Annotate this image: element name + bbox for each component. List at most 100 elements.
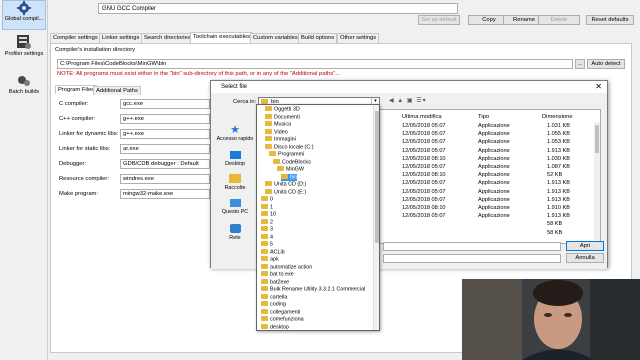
- set-as-default-button[interactable]: Set as default: [418, 15, 460, 25]
- new-folder-icon[interactable]: ▣: [407, 98, 414, 104]
- dropdown-item[interactable]: Documenti: [265, 113, 300, 122]
- tab-program-files[interactable]: Program Files: [55, 85, 98, 94]
- profiler-icon: [17, 35, 31, 49]
- dropdown-item[interactable]: bin: [281, 173, 298, 182]
- dropdown-item[interactable]: 2: [261, 218, 273, 227]
- debugger-label: Debugger:: [59, 161, 87, 167]
- file-modified-cell: 12/05/2018 05:07: [402, 180, 446, 187]
- dialog-toolbar: ◀ ▲ ▣ ☰▾: [389, 97, 427, 104]
- dropdown-item[interactable]: comefunziona: [261, 316, 304, 324]
- place-this-pc[interactable]: Questo PC: [213, 199, 257, 215]
- file-size-cell: 1.910 KB: [547, 205, 571, 211]
- category-profiler-settings[interactable]: Profiler settings: [2, 34, 46, 66]
- category-global-compiler[interactable]: Global compil...: [2, 0, 46, 30]
- dropdown-item[interactable]: 10: [261, 211, 276, 219]
- dropdown-item[interactable]: Programmi: [269, 151, 304, 159]
- place-desktop[interactable]: Desktop: [213, 151, 257, 167]
- category-label: Profiler settings: [4, 51, 44, 57]
- tab-build-options[interactable]: Build options: [298, 33, 338, 43]
- file-modified-cell: 12/05/2018 05:07: [402, 196, 446, 203]
- scrollbar-thumb[interactable]: [595, 125, 599, 153]
- folder-icon: [261, 226, 268, 231]
- tab-linker-settings[interactable]: Linker settings: [99, 33, 143, 43]
- tab-toolchain-executables[interactable]: Toolchain executables: [190, 32, 254, 43]
- place-libraries[interactable]: Raccolte: [213, 174, 257, 191]
- resource-compiler-input[interactable]: windres.exe: [120, 174, 210, 184]
- install-dir-input[interactable]: C:\Program Files\CodeBlocks\MinGW\bin: [57, 59, 573, 69]
- dropdown-item[interactable]: CodeBlocks: [273, 158, 311, 167]
- dropdown-scrollbar[interactable]: [373, 105, 379, 330]
- tab-compiler-settings[interactable]: Compiler settings: [50, 33, 101, 43]
- dropdown-item[interactable]: automatize action: [261, 263, 312, 272]
- dropdown-item[interactable]: bat2exe: [261, 278, 289, 287]
- dropdown-item-label: 1: [270, 204, 273, 210]
- tab-other-settings[interactable]: Other settings: [337, 33, 380, 43]
- file-type-select[interactable]: [383, 254, 561, 263]
- dropdown-item[interactable]: Bulk Rename Utility 3.3.2.1 Commercial: [261, 286, 365, 294]
- place-quick-access[interactable]: ★ Accesso rapido: [213, 125, 257, 143]
- view-menu-icon[interactable]: ☰▾: [416, 98, 426, 104]
- category-batch-builds[interactable]: Batch builds: [2, 74, 46, 100]
- make-program-input[interactable]: mingw32-make.exe: [120, 189, 210, 199]
- dropdown-item[interactable]: bat to exe: [261, 271, 294, 279]
- dropdown-item[interactable]: Video: [265, 128, 288, 137]
- dropdown-item[interactable]: apk: [261, 256, 279, 264]
- desktop-icon: [229, 151, 241, 159]
- delete-button[interactable]: Delete: [538, 15, 580, 25]
- scrollbar[interactable]: [594, 122, 600, 243]
- close-icon[interactable]: ✕: [595, 83, 602, 91]
- file-name-input[interactable]: [383, 242, 561, 251]
- dropdown-item[interactable]: desktop: [261, 323, 289, 330]
- file-modified-cell: 12/05/2018 05:07: [402, 123, 446, 129]
- cpp-compiler-input[interactable]: g++.exe: [120, 114, 210, 124]
- dropdown-item[interactable]: MinGW: [277, 166, 304, 174]
- dropdown-item[interactable]: Oggetti 3D: [265, 106, 300, 114]
- dropdown-item[interactable]: Unità CD (E:): [265, 188, 306, 197]
- dropdown-item[interactable]: coding: [261, 301, 286, 309]
- dynamic-linker-input[interactable]: g++.exe: [120, 129, 210, 139]
- column-size[interactable]: Dimensione: [542, 114, 573, 120]
- debugger-select[interactable]: GDB/CDB debugger : Default: [120, 159, 210, 169]
- dropdown-item[interactable]: 4: [261, 233, 273, 242]
- tab-search-directories[interactable]: Search directories: [141, 33, 194, 43]
- open-button[interactable]: Apri: [566, 241, 604, 251]
- browse-install-dir-button[interactable]: ...: [575, 59, 585, 69]
- dropdown-item-label: Unità CD (D:): [274, 181, 307, 188]
- dropdown-item[interactable]: Musica: [265, 121, 291, 129]
- dropdown-item[interactable]: Disco locale (C:): [265, 143, 314, 152]
- dropdown-item[interactable]: Immagini: [265, 136, 296, 144]
- places-bar: ★ Accesso rapido Desktop Raccolte Questo…: [213, 107, 257, 247]
- dropdown-item[interactable]: Unità CD (D:): [265, 181, 306, 189]
- file-type-cell: Applicazione: [478, 147, 510, 154]
- dropdown-item[interactable]: 3: [261, 226, 273, 234]
- column-type[interactable]: Tipo: [478, 114, 489, 120]
- file-size-cell: 1.913 KB: [547, 180, 571, 187]
- place-network[interactable]: Rete: [213, 224, 257, 241]
- c-compiler-input[interactable]: gcc.exe: [120, 99, 210, 109]
- dropdown-item[interactable]: 0: [261, 196, 273, 204]
- tab-additional-paths[interactable]: Additional Paths: [93, 86, 141, 95]
- look-in-dropdown[interactable]: Oggetti 3D Documenti Musica Video Immagini Di…: [256, 104, 380, 331]
- column-modified[interactable]: Ultima modifica: [402, 114, 442, 120]
- dropdown-item[interactable]: ACLib: [261, 248, 285, 257]
- dropdown-item-label: 10: [270, 211, 276, 218]
- up-folder-icon[interactable]: ▲: [397, 98, 404, 104]
- file-modified-cell: 12/05/2018 05:07: [402, 188, 446, 195]
- dropdown-item[interactable]: collegamenti: [261, 308, 300, 317]
- dropdown-item[interactable]: 1: [261, 203, 273, 212]
- reset-defaults-button[interactable]: Reset defaults: [586, 15, 634, 25]
- dropdown-item[interactable]: cartella: [261, 293, 287, 302]
- dropdown-item[interactable]: 5: [261, 241, 273, 249]
- cancel-button[interactable]: Annulla: [566, 253, 604, 263]
- compiler-select[interactable]: GNU GCC Compiler: [98, 3, 458, 14]
- dropdown-item-label: Oggetti 3D: [274, 106, 300, 113]
- auto-detect-button[interactable]: Auto detect: [587, 59, 625, 69]
- back-icon[interactable]: ◀: [389, 98, 395, 104]
- folder-icon: [281, 173, 288, 179]
- dropdown-item-label: CodeBlocks: [282, 159, 311, 165]
- tab-custom-variables[interactable]: Custom variables: [250, 33, 301, 43]
- scrollbar-thumb[interactable]: [375, 111, 379, 243]
- file-type-cell: Applicazione: [478, 155, 510, 162]
- folder-icon: [265, 121, 272, 126]
- static-linker-input[interactable]: ar.exe: [120, 144, 210, 154]
